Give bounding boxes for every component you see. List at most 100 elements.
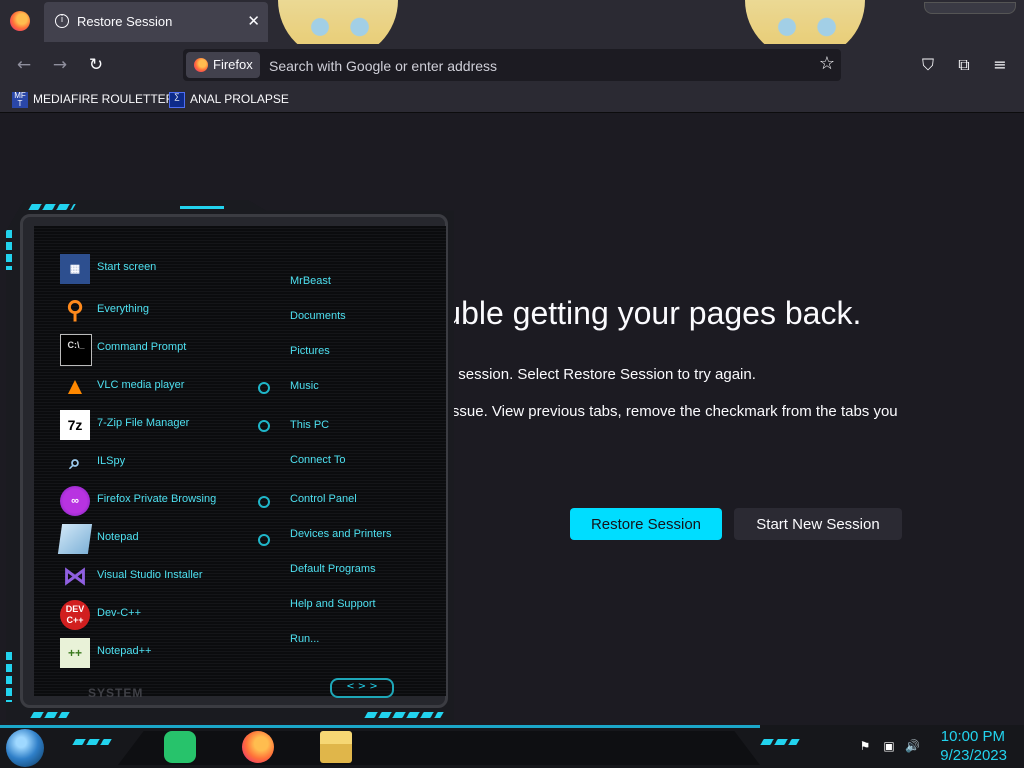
start-place-music[interactable]: Music: [290, 380, 319, 400]
bookmark-anal-prolapse[interactable]: ∑ ANAL PROLAPSE: [169, 90, 289, 108]
start-item-dev-cpp[interactable]: DEV C++ Dev-C++: [60, 598, 260, 632]
start-item-start-screen[interactable]: ▦ Start screen: [60, 252, 260, 286]
firefox-taskbar-icon[interactable]: [242, 731, 274, 763]
start-place-default-programs[interactable]: Default Programs: [290, 563, 376, 583]
start-item-label: Everything: [97, 303, 149, 315]
taskbar: ⚑ ▣ 🔊 10:00 PM 9/23/2023: [0, 725, 1024, 768]
firefox-menu-icon[interactable]: [10, 11, 30, 31]
start-item-label: Firefox Private Browsing: [97, 493, 217, 505]
start-item-label: VLC media player: [97, 379, 185, 391]
start-item-notepad-plus-plus[interactable]: ++ Notepad++: [60, 636, 260, 670]
start-item-vlc[interactable]: ▲ VLC media player: [60, 370, 260, 404]
pocket-icon[interactable]: ⛉: [917, 54, 939, 76]
start-item-visual-studio-installer[interactable]: ⋈ Visual Studio Installer: [60, 560, 260, 594]
bookmark-label: ANAL PROLAPSE: [190, 92, 289, 106]
frame-decoration: [180, 206, 224, 209]
frame-decoration: [6, 230, 12, 270]
start-item-everything[interactable]: ⚲ Everything: [60, 294, 260, 328]
frame-decoration: [6, 652, 12, 702]
messaging-app-icon[interactable]: [164, 731, 196, 763]
start-new-session-button[interactable]: Start New Session: [734, 508, 902, 540]
start-place-mrbeast[interactable]: MrBeast: [290, 275, 331, 295]
extensions-icon[interactable]: ⧉: [953, 54, 975, 76]
start-item-label: Visual Studio Installer: [97, 569, 203, 581]
vlc-icon: ▲: [63, 373, 87, 400]
start-item-firefox-private[interactable]: ∞ Firefox Private Browsing: [60, 484, 260, 518]
forward-arrow-icon[interactable]: →: [49, 54, 71, 76]
navigation-toolbar: ← → ↻ Firefox ☆ ⛉ ⧉ ≡: [0, 44, 1024, 86]
visual-studio-installer-icon: ⋈: [63, 563, 87, 590]
mediafire-icon: MF T: [12, 91, 28, 108]
start-item-notepad[interactable]: Notepad: [57, 522, 260, 556]
bookmarks-toolbar: MF T MEDIAFIRE ROULETTER ∑ ANAL PROLAPSE: [0, 86, 1024, 113]
command-prompt-icon: C:\_: [60, 334, 92, 366]
address-bar[interactable]: Firefox ☆: [183, 49, 841, 81]
submenu-arrow-icon: [258, 382, 270, 394]
everything-search-icon: ⚲: [66, 297, 84, 324]
tab-restore-session[interactable]: i Restore Session ✕: [44, 2, 268, 42]
taskbar-accent-line: [0, 725, 760, 728]
start-place-devices-printers[interactable]: Devices and Printers: [290, 528, 392, 548]
start-place-this-pc[interactable]: This PC: [290, 419, 329, 439]
tab-title: Restore Session: [77, 14, 173, 29]
clock-time[interactable]: 10:00 PM: [941, 728, 1005, 745]
flag-icon[interactable]: ⚑: [858, 739, 872, 753]
firefox-icon: [194, 58, 208, 72]
bookmark-mediafire-rouletter[interactable]: MF T MEDIAFIRE ROULETTER: [12, 90, 174, 108]
frame-decoration: [364, 712, 444, 718]
network-icon[interactable]: ▣: [882, 739, 896, 753]
start-button-orb[interactable]: [6, 729, 44, 767]
hamburger-menu-icon[interactable]: ≡: [989, 54, 1011, 76]
start-item-7zip[interactable]: 7z 7-Zip File Manager: [60, 408, 260, 442]
file-explorer-icon[interactable]: [320, 731, 352, 763]
info-icon: i: [55, 14, 69, 28]
start-item-ilspy[interactable]: ⌕ ILSpy: [60, 446, 260, 480]
system-label: SYSTEM: [88, 686, 144, 700]
firefox-private-icon: ∞: [60, 486, 90, 516]
start-screen-icon: ▦: [60, 254, 90, 284]
bookmark-star-icon[interactable]: ☆: [819, 53, 835, 74]
start-place-connect-to[interactable]: Connect To: [290, 454, 345, 474]
frame-decoration: [30, 712, 70, 718]
submenu-arrow-icon: [258, 420, 270, 432]
reload-icon[interactable]: ↻: [85, 54, 107, 76]
start-item-label: Dev-C++: [97, 607, 142, 619]
bookmark-label: MEDIAFIRE ROULETTER: [33, 92, 175, 106]
start-place-control-panel[interactable]: Control Panel: [290, 493, 357, 513]
start-item-command-prompt[interactable]: C:\_ Command Prompt: [60, 332, 260, 366]
start-place-help-support[interactable]: Help and Support: [290, 598, 376, 618]
identity-label: Firefox: [213, 57, 253, 72]
start-item-label: Notepad: [97, 531, 139, 543]
start-place-run[interactable]: Run...: [290, 633, 319, 653]
tab-strip: i Restore Session ✕: [0, 0, 1024, 60]
start-place-documents[interactable]: Documents: [290, 310, 346, 330]
sigma-icon: ∑: [169, 91, 185, 108]
taskbar-frame: [118, 731, 760, 765]
window-controls[interactable]: [924, 2, 1016, 14]
taskbar-decoration: [760, 739, 800, 745]
submenu-arrow-icon: [258, 534, 270, 546]
7zip-icon: 7z: [60, 410, 90, 440]
start-item-label: ILSpy: [97, 455, 126, 467]
start-menu-page-arrows[interactable]: < > >: [330, 678, 394, 698]
notepad-icon: [57, 524, 93, 554]
taskbar-decoration: [72, 739, 112, 745]
identity-box[interactable]: Firefox: [186, 52, 260, 78]
url-input[interactable]: [267, 53, 791, 79]
back-arrow-icon[interactable]: ←: [13, 54, 35, 76]
start-menu: ▦ Start screen ⚲ Everything C:\_ Command…: [6, 200, 454, 722]
close-tab-icon[interactable]: ✕: [247, 12, 260, 30]
notepad-plus-plus-icon: ++: [60, 638, 90, 668]
submenu-arrow-icon: [258, 496, 270, 508]
start-place-pictures[interactable]: Pictures: [290, 345, 330, 365]
clock-date[interactable]: 9/23/2023: [940, 747, 1007, 764]
start-item-label: 7-Zip File Manager: [97, 417, 190, 429]
start-item-label: Command Prompt: [97, 341, 187, 353]
ilspy-icon: ⌕: [69, 452, 81, 474]
start-item-label: Start screen: [97, 261, 157, 273]
restore-session-button[interactable]: Restore Session: [570, 508, 722, 540]
volume-icon[interactable]: 🔊: [905, 739, 920, 753]
dev-cpp-icon: DEV C++: [60, 600, 90, 630]
frame-decoration: [28, 204, 76, 210]
start-item-label: Notepad++: [97, 645, 152, 657]
